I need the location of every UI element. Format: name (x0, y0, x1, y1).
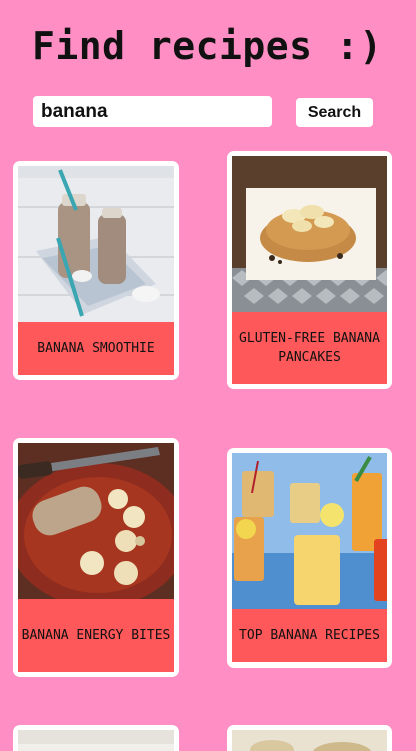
recipe-title: GLUTEN-FREE BANANA PANCAKES (232, 312, 387, 384)
recipe-title: BANANA ENERGY BITES (18, 599, 174, 672)
recipe-image (232, 453, 387, 609)
recipe-search-page: Find recipes :) Search B (0, 0, 416, 751)
recipe-card-partial[interactable] (227, 725, 392, 751)
recipe-image (18, 443, 174, 599)
recipe-card-partial[interactable] (13, 725, 179, 751)
page-title: Find recipes :) (32, 24, 383, 68)
recipe-image (232, 730, 387, 751)
recipe-card-top-banana-recipes[interactable]: TOP BANANA RECIPES (227, 448, 392, 668)
recipe-title: TOP BANANA RECIPES (232, 609, 387, 662)
recipe-image (18, 730, 174, 751)
recipe-card-banana-energy-bites[interactable]: BANANA ENERGY BITES (13, 438, 179, 677)
recipe-image (18, 166, 174, 322)
search-button[interactable]: Search (296, 98, 373, 127)
recipe-title: BANANA SMOOTHIE (18, 322, 174, 375)
recipe-card-banana-pancakes[interactable]: GLUTEN-FREE BANANA PANCAKES (227, 151, 392, 389)
recipe-card-banana-smoothie[interactable]: BANANA SMOOTHIE (13, 161, 179, 380)
search-input[interactable] (33, 96, 272, 127)
recipe-image (232, 156, 387, 312)
